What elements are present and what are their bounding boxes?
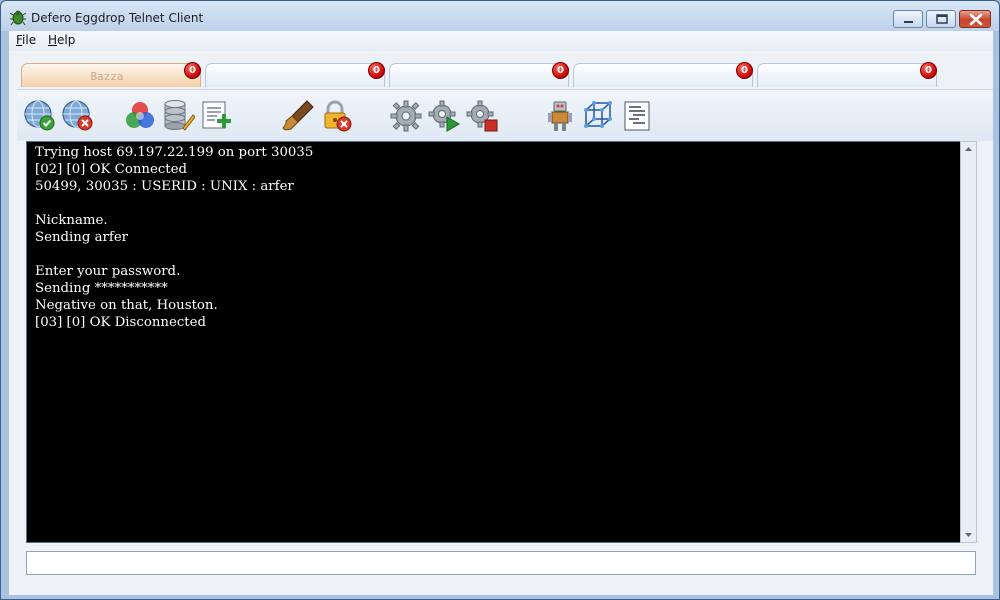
text-document-icon[interactable] (621, 99, 655, 133)
maximize-icon (936, 14, 948, 24)
cube-icon[interactable] (581, 99, 615, 133)
console-line: Negative on that, Houston. (35, 298, 218, 313)
console-line: [02] [0] OK Connected (35, 162, 187, 177)
tab-badge: 0 (920, 62, 937, 79)
console-line: Nickname. (35, 213, 108, 228)
console-line: Sending *********** (35, 281, 168, 296)
add-list-icon[interactable] (199, 99, 233, 133)
app-window: Defero Eggdrop Telnet Client File Help B (0, 0, 1000, 600)
robot-icon[interactable] (543, 99, 577, 133)
close-icon (969, 13, 983, 26)
tab-badge: 0 (736, 62, 753, 79)
minimize-icon (904, 21, 913, 23)
console-line: Trying host 69.197.22.199 on port 30035 (35, 145, 314, 160)
session-tab-strip: Bazza 0 0 0 0 0 (9, 53, 993, 89)
tab-session-5[interactable]: 0 (757, 62, 937, 87)
tab-badge: 0 (184, 62, 201, 79)
settings-gear-icon[interactable] (389, 99, 423, 133)
gear-stop-icon[interactable] (465, 99, 499, 133)
disconnect-globe-icon[interactable] (61, 99, 95, 133)
command-input[interactable] (26, 551, 976, 575)
scroll-up-arrow-icon[interactable] (961, 142, 976, 157)
lock-remove-icon[interactable] (319, 99, 353, 133)
tab-session-3[interactable]: 0 (389, 62, 569, 87)
color-circles-icon[interactable] (123, 99, 157, 133)
close-button[interactable] (959, 10, 991, 28)
menu-help[interactable]: Help (48, 33, 75, 47)
menu-bar: File Help (9, 31, 993, 51)
tab-label: Bazza (90, 70, 124, 83)
gear-play-icon[interactable] (427, 99, 461, 133)
console-line: Enter your password. (35, 264, 181, 279)
connect-globe-icon[interactable] (23, 99, 57, 133)
toolbar (17, 89, 993, 141)
tab-badge: 0 (368, 62, 385, 79)
console-line: [03] [0] OK Disconnected (35, 315, 207, 330)
console-line: Sending arfer (35, 230, 129, 245)
title-bar[interactable]: Defero Eggdrop Telnet Client (1, 1, 999, 31)
tab-session-1[interactable]: Bazza 0 (21, 62, 201, 87)
window-title: Defero Eggdrop Telnet Client (31, 11, 204, 25)
tab-badge: 0 (552, 62, 569, 79)
maximize-button[interactable] (926, 10, 956, 28)
console-output: Trying host 69.197.22.199 on port 30035 [… (35, 144, 935, 540)
console-scrollbar[interactable] (960, 141, 977, 543)
tab-session-2[interactable]: 0 (205, 62, 385, 87)
brush-icon[interactable] (281, 99, 315, 133)
console-line: 50499, 30035 : USERID : UNIX : arfer (35, 179, 294, 194)
minimize-button[interactable] (893, 10, 923, 28)
tab-session-4[interactable]: 0 (573, 62, 753, 87)
scroll-down-arrow-icon[interactable] (961, 527, 976, 542)
bug-app-icon (10, 10, 26, 25)
menu-file[interactable]: File (16, 33, 36, 47)
client-area: File Help Bazza 0 0 0 0 0 Trying host 69… (9, 31, 993, 595)
database-edit-icon[interactable] (161, 99, 195, 133)
telnet-console[interactable]: Trying host 69.197.22.199 on port 30035 [… (26, 141, 968, 543)
